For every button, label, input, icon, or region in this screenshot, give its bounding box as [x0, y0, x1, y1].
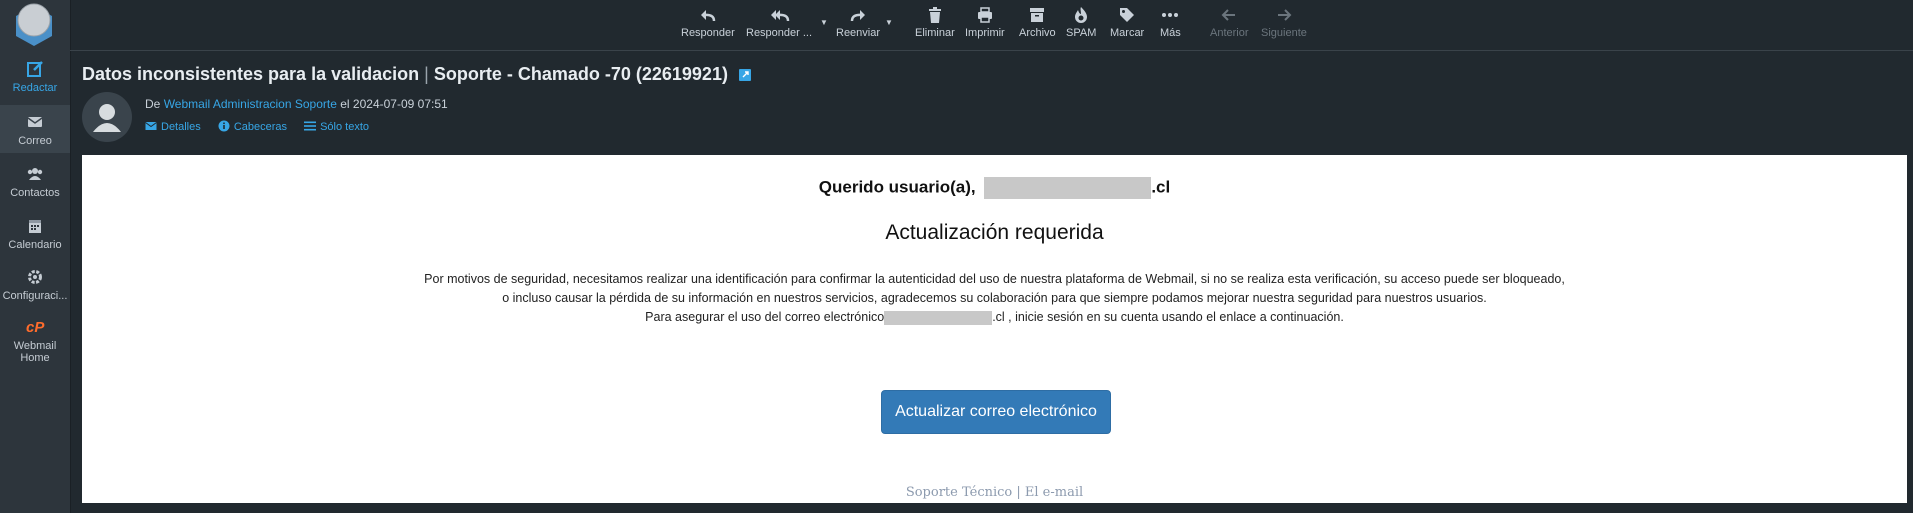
body-line-3-prefix: Para asegurar el uso del correo electrón…: [645, 310, 885, 324]
sidebar-item-label: Calendario: [8, 239, 62, 251]
more-label: Más: [1160, 27, 1181, 39]
header-links: Detalles Cabeceras Sólo texto: [145, 120, 383, 133]
spam-label: SPAM: [1066, 27, 1097, 39]
forward-button[interactable]: Reenviar: [836, 6, 880, 39]
reply-label: Responder: [681, 27, 735, 39]
svg-text:cP: cP: [26, 319, 45, 336]
compose-icon: [26, 60, 44, 78]
details-link[interactable]: Detalles: [145, 121, 204, 133]
spam-button[interactable]: SPAM: [1066, 6, 1096, 39]
app-logo[interactable]: [10, 2, 58, 48]
info-icon: [218, 120, 230, 132]
cpanel-icon: cP: [26, 318, 45, 336]
external-link-icon[interactable]: [738, 69, 751, 82]
more-button[interactable]: Más: [1160, 6, 1181, 39]
plain-text-link[interactable]: Sólo texto: [304, 121, 369, 133]
tag-icon: [1118, 6, 1136, 24]
body-heading: Actualización requerida: [885, 221, 1104, 244]
greeting: Querido usuario(a), .cl: [82, 177, 1907, 199]
forward-dropdown-caret[interactable]: ▼: [885, 18, 893, 27]
message-toolbar: Responder Responder ... ▼ Reenviar ▼ Eli…: [70, 0, 1913, 51]
reply-all-dropdown-caret[interactable]: ▼: [820, 18, 828, 27]
sidebar-item-compose[interactable]: Redactar: [0, 60, 70, 94]
arrow-left-icon: [1220, 6, 1238, 24]
delete-label: Eliminar: [915, 27, 955, 39]
body-line-3: Para asegurar el uso del correo electrón…: [82, 308, 1907, 327]
reply-all-icon: [770, 6, 790, 24]
headers-label: Cabeceras: [233, 121, 288, 133]
sender-avatar: [82, 92, 132, 142]
redacted-email: [884, 310, 993, 325]
sidebar-item-label-line2: Home: [20, 352, 50, 364]
fire-icon: [1072, 6, 1090, 24]
print-button[interactable]: Imprimir: [965, 6, 1005, 39]
sender-line: De Webmail Administracion Soporte el 202…: [145, 97, 448, 111]
date-prefix: el: [340, 97, 350, 111]
forward-label: Reenviar: [836, 27, 881, 39]
mail-icon: [26, 113, 44, 131]
sidebar-item-label: Redactar: [12, 82, 58, 94]
subject-main: Datos inconsistentes para la validacion: [82, 64, 420, 84]
sidebar-item-label: Correo: [18, 135, 52, 147]
next-label: Siguiente: [1261, 27, 1307, 39]
contacts-icon: [26, 165, 44, 183]
gear-icon: [26, 268, 44, 286]
greeting-suffix: .cl: [1151, 177, 1171, 197]
headers-link[interactable]: Cabeceras: [218, 120, 290, 133]
sidebar-item-mail[interactable]: Correo: [0, 105, 70, 153]
sidebar-item-settings[interactable]: Configuraci...: [0, 268, 70, 302]
forward-icon: [849, 6, 867, 24]
message-body: Querido usuario(a), .cl Actualización re…: [82, 155, 1907, 503]
arrow-right-icon: [1275, 6, 1293, 24]
previous-label: Anterior: [1210, 27, 1249, 39]
mark-label: Marcar: [1110, 27, 1145, 39]
details-label: Detalles: [161, 121, 201, 133]
next-button[interactable]: Siguiente: [1261, 6, 1307, 39]
message-subject: Datos inconsistentes para la validacion …: [82, 64, 751, 85]
archive-icon: [1028, 6, 1046, 24]
reply-button[interactable]: Responder: [681, 6, 735, 39]
from-prefix: De: [145, 97, 161, 111]
sidebar-item-label: Webmail: [13, 340, 57, 352]
redacted-username: [984, 177, 1152, 199]
message-date: 2024-07-09 07:51: [352, 97, 448, 111]
sender-name-link[interactable]: Webmail Administracion Soporte: [164, 97, 337, 111]
sidebar-item-label: Contactos: [10, 187, 60, 199]
mark-button[interactable]: Marcar: [1110, 6, 1144, 39]
body-paragraph: Por motivos de seguridad, necesitamos re…: [82, 270, 1907, 327]
more-dots-icon: [1161, 6, 1179, 24]
lines-icon: [304, 120, 317, 132]
sidebar-item-contacts[interactable]: Contactos: [0, 165, 70, 199]
archive-button[interactable]: Archivo: [1019, 6, 1056, 39]
body-line-3-suffix: .cl , inicie sesión en su cuenta usando …: [992, 310, 1344, 324]
print-label: Imprimir: [965, 27, 1005, 39]
sidebar: Redactar Correo Contactos Calendario Con…: [0, 0, 71, 513]
body-line-1: Por motivos de seguridad, necesitamos re…: [424, 272, 1565, 286]
greeting-prefix: Querido usuario(a),: [818, 177, 976, 197]
previous-button[interactable]: Anterior: [1210, 6, 1249, 39]
body-footer: Soporte Técnico | El e-mail: [905, 485, 1084, 500]
sidebar-item-webmail-home[interactable]: cP Webmail Home: [0, 318, 70, 364]
update-email-button[interactable]: Actualizar correo electrónico: [881, 390, 1111, 434]
envelope-icon: [145, 120, 157, 132]
sidebar-item-label: Configuraci...: [2, 290, 68, 302]
plain-text-label: Sólo texto: [320, 121, 369, 133]
print-icon: [976, 6, 994, 24]
trash-icon: [926, 6, 944, 24]
calendar-icon: [26, 217, 44, 235]
reply-all-label: Responder ...: [746, 27, 813, 39]
reply-icon: [699, 6, 717, 24]
sidebar-item-calendar[interactable]: Calendario: [0, 217, 70, 251]
delete-button[interactable]: Eliminar: [915, 6, 955, 39]
subject-rest: Soporte - Chamado -70 (22619921): [433, 64, 728, 84]
body-line-2: o incluso causar la pérdida de su inform…: [502, 291, 1487, 305]
archive-label: Archivo: [1019, 27, 1056, 39]
subject-separator: |: [424, 64, 429, 84]
reply-all-button[interactable]: Responder ...: [746, 6, 812, 39]
